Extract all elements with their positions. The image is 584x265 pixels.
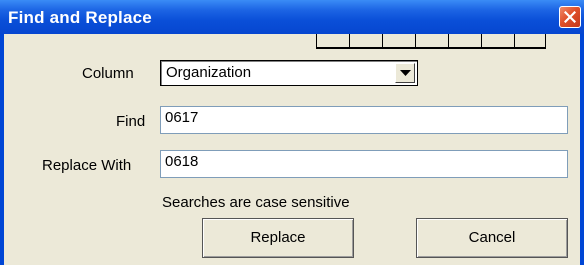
window-title: Find and Replace	[8, 8, 152, 27]
close-icon	[564, 11, 576, 23]
replace-button[interactable]: Replace	[202, 218, 354, 258]
column-label: Column	[82, 65, 134, 82]
tab-ruler	[316, 47, 546, 49]
find-label: Find	[116, 113, 146, 130]
close-button[interactable]	[559, 6, 581, 28]
title-bar[interactable]: Find and Replace	[0, 0, 584, 34]
column-select-value: Organization	[166, 64, 252, 81]
case-sensitive-note: Searches are case sensitive	[162, 194, 350, 211]
chevron-down-icon	[400, 70, 411, 76]
column-dropdown-button[interactable]	[395, 63, 415, 83]
column-select[interactable]: Organization	[160, 60, 418, 86]
replace-with-input[interactable]: 0618	[160, 150, 568, 178]
tab-marks	[316, 34, 546, 47]
dialog-body: Column Organization Find 0617 Replace Wi…	[4, 34, 580, 265]
cancel-button[interactable]: Cancel	[416, 218, 568, 258]
find-replace-dialog: Find and Replace Column Organization Fin…	[0, 0, 584, 265]
replace-with-label: Replace With	[42, 157, 132, 174]
find-input[interactable]: 0617	[160, 106, 568, 134]
